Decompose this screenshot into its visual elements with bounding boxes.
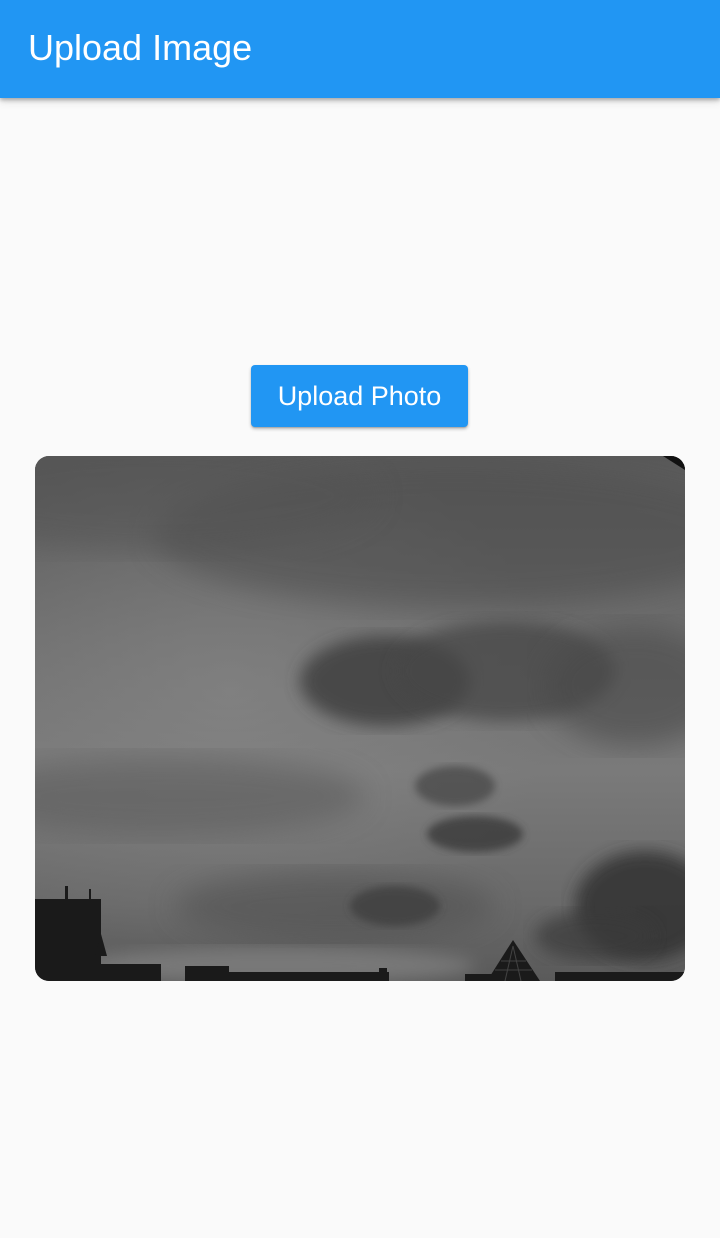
app-bar: Upload Image: [0, 0, 720, 98]
uploaded-image-preview: [35, 456, 685, 981]
page-title: Upload Image: [28, 27, 253, 68]
cloudy-sky-image: [35, 456, 685, 981]
upload-photo-button[interactable]: Upload Photo: [251, 365, 468, 427]
